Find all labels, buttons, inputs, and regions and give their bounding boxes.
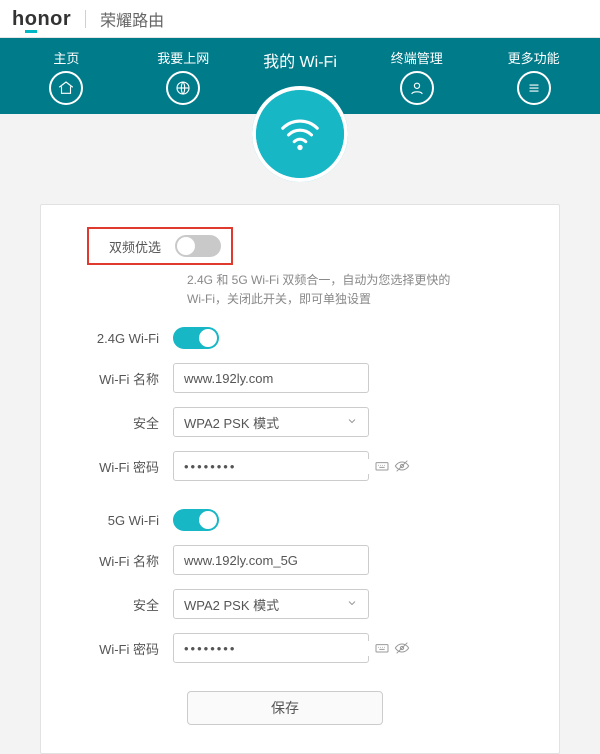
user-icon	[400, 71, 434, 105]
band24-name-label: Wi-Fi 名称	[87, 369, 173, 388]
nav-more[interactable]: 更多功能	[475, 38, 592, 114]
globe-icon	[166, 71, 200, 105]
band5-toggle-label: 5G Wi-Fi	[87, 513, 173, 528]
brand-logo: honor	[12, 10, 86, 28]
dualband-label: 双频优选	[89, 237, 175, 256]
band5-name-row: Wi-Fi 名称	[87, 545, 513, 575]
nav-label: 更多功能	[475, 48, 592, 67]
band24-password-label: Wi-Fi 密码	[87, 457, 173, 476]
band24-toggle-row: 2.4G Wi-Fi	[87, 327, 513, 349]
brand-bar: honor 荣耀路由	[0, 0, 600, 38]
eye-off-icon[interactable]	[394, 639, 410, 657]
top-nav: 主页 我要上网 我的 Wi-Fi 终端管理 更多功能	[0, 38, 600, 114]
home-icon	[49, 71, 83, 105]
band5-name-label: Wi-Fi 名称	[87, 551, 173, 570]
band5-password-label: Wi-Fi 密码	[87, 639, 173, 658]
dualband-desc-line: Wi-Fi，关闭此开关，即可单独设置	[187, 292, 371, 306]
nav-devices[interactable]: 终端管理	[358, 38, 475, 114]
brand-logo-part: h	[12, 8, 25, 30]
menu-icon	[517, 71, 551, 105]
band24-password-input[interactable]	[174, 459, 370, 474]
eye-off-icon[interactable]	[394, 457, 410, 475]
band24-password-wrap	[173, 451, 369, 481]
band24-toggle-label: 2.4G Wi-Fi	[87, 331, 173, 346]
band24-security-select[interactable]: WPA2 PSK 模式	[173, 407, 369, 437]
nav-label: 终端管理	[358, 48, 475, 67]
nav-label: 我的 Wi-Fi	[242, 48, 359, 72]
band24-security-label: 安全	[87, 413, 173, 432]
nav-label: 我要上网	[125, 48, 242, 67]
band24-toggle[interactable]	[173, 327, 219, 349]
band24-password-row: Wi-Fi 密码	[87, 451, 513, 481]
wifi-settings-card: 双频优选 2.4G 和 5G Wi-Fi 双频合一，自动为您选择更快的 Wi-F…	[40, 204, 560, 754]
nav-label: 主页	[8, 48, 125, 67]
dualband-highlight: 双频优选	[87, 227, 233, 265]
band5-security-select[interactable]: WPA2 PSK 模式	[173, 589, 369, 619]
band24-name-input[interactable]	[173, 363, 369, 393]
band24-name-row: Wi-Fi 名称	[87, 363, 513, 393]
active-nav-circle	[252, 86, 348, 182]
save-button[interactable]: 保存	[187, 691, 383, 725]
page-area: 双频优选 2.4G 和 5G Wi-Fi 双频合一，自动为您选择更快的 Wi-F…	[0, 114, 600, 754]
keyboard-icon[interactable]	[374, 639, 390, 657]
band5-name-input[interactable]	[173, 545, 369, 575]
brand-logo-part: nor	[37, 8, 71, 30]
wifi-icon	[277, 111, 323, 157]
chevron-down-icon	[346, 415, 358, 430]
nav-internet[interactable]: 我要上网	[125, 38, 242, 114]
band24-security-value: WPA2 PSK 模式	[184, 413, 279, 432]
band5-security-value: WPA2 PSK 模式	[184, 595, 279, 614]
brand-logo-underline: o	[25, 8, 38, 33]
band5-password-input[interactable]	[174, 641, 370, 656]
band5-security-row: 安全 WPA2 PSK 模式	[87, 589, 513, 619]
band5-password-wrap	[173, 633, 369, 663]
band24-security-row: 安全 WPA2 PSK 模式	[87, 407, 513, 437]
band5-security-label: 安全	[87, 595, 173, 614]
band5-toggle-row: 5G Wi-Fi	[87, 509, 513, 531]
chevron-down-icon	[346, 597, 358, 612]
dualband-desc: 2.4G 和 5G Wi-Fi 双频合一，自动为您选择更快的 Wi-Fi，关闭此…	[187, 271, 513, 309]
dualband-toggle[interactable]	[175, 235, 221, 257]
brand-subtitle: 荣耀路由	[86, 7, 164, 31]
band5-password-row: Wi-Fi 密码	[87, 633, 513, 663]
dualband-desc-line: 2.4G 和 5G Wi-Fi 双频合一，自动为您选择更快的	[187, 273, 450, 287]
keyboard-icon[interactable]	[374, 457, 390, 475]
nav-home[interactable]: 主页	[8, 38, 125, 114]
band5-toggle[interactable]	[173, 509, 219, 531]
